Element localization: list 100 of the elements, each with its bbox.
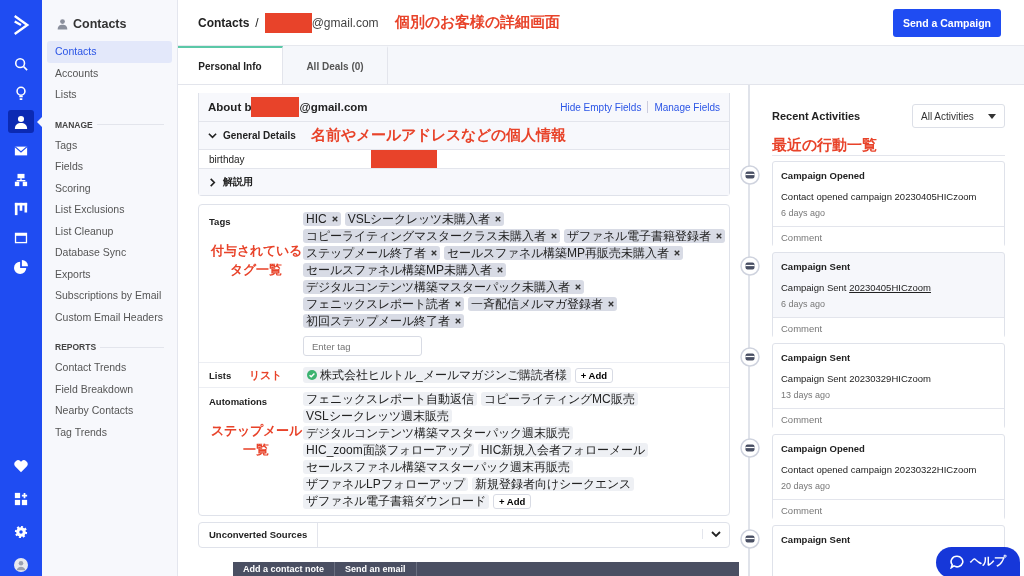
tag-chip: フェニックスレポート読者 [303, 297, 464, 311]
activity-time: 6 days ago [781, 299, 827, 309]
automation-chip: ザファネルLPフォローアップ [303, 477, 468, 491]
campaign-link[interactable]: 20230405HICzoom [849, 282, 931, 293]
tag-chip: セールスファネル構築MP未購入者 [303, 263, 506, 277]
close-icon[interactable] [497, 267, 503, 273]
row-label: Automations [209, 396, 269, 407]
automation-chip: デジタルコンテンツ構築マスターパック週末販売 [303, 426, 573, 440]
envelope-icon [740, 165, 760, 185]
envelope-icon [740, 256, 760, 276]
breadcrumb-link[interactable]: Contacts [198, 15, 250, 30]
sidebar-item[interactable]: Tag Trends [47, 421, 172, 443]
comment-link[interactable]: Comment [773, 226, 1004, 248]
row-label: Lists [209, 369, 232, 381]
comment-link[interactable]: Comment [773, 408, 1004, 430]
tag-input-field[interactable]: Enter tag [303, 336, 422, 356]
envelope-icon [740, 438, 760, 458]
sidebar-item[interactable]: Custom Email Headers [47, 306, 172, 328]
sidebar-item[interactable]: Field Breakdown [47, 378, 172, 400]
activity-text: Campaign Sent 20230405HICzoom [781, 282, 932, 293]
field-label: birthday [209, 153, 245, 165]
activity-text: Campaign Sent 20230329HICzoom [781, 373, 932, 384]
sidebar-item[interactable]: Fields [47, 156, 172, 178]
person-icon[interactable] [8, 110, 34, 133]
activity-text: Contact opened campaign 20230322HICzoom [781, 464, 978, 475]
tab[interactable]: Personal Info [178, 46, 283, 84]
tag-chip: 一斉配信メルマガ登録者 [468, 297, 617, 311]
annotation-text: リスト [249, 367, 283, 383]
add-button[interactable]: + Add [493, 494, 532, 509]
close-icon[interactable] [495, 216, 502, 222]
row-label: Tags [209, 216, 232, 227]
about-title-start: About b [208, 101, 252, 113]
envelope-icon [740, 347, 760, 367]
close-icon[interactable] [716, 233, 722, 239]
check-icon [307, 370, 317, 380]
add-button[interactable]: + Add [574, 367, 613, 383]
redaction-mark [264, 12, 312, 33]
tag-chip: ステップメール終了者 [303, 246, 440, 260]
activity-title: Campaign Sent [781, 261, 852, 272]
tag-chip: ザファネル電子書籍登録者 [564, 229, 725, 243]
tag-chip: コピーライティングマスタークラス未購入者 [303, 229, 560, 243]
automation-chip: セールスファネル構築マスターパック週末再販売 [303, 460, 573, 474]
help-button[interactable]: ヘルプ [936, 547, 1020, 576]
action-button[interactable]: Send an email [335, 562, 417, 576]
comment-link[interactable]: Comment [773, 317, 1004, 339]
activity-time: 13 days ago [781, 390, 832, 400]
chevron-icon[interactable] [702, 529, 721, 539]
section-heading: REPORTS [55, 342, 97, 352]
close-icon[interactable] [575, 284, 581, 290]
sidebar-item[interactable]: Nearby Contacts [47, 400, 172, 422]
sidebar-item[interactable]: Subscriptions by Email [47, 285, 172, 307]
close-icon[interactable] [455, 318, 461, 324]
activity-filter-dropdown[interactable]: All Activities [912, 104, 1005, 128]
automation-chip: ザファネル電子書籍ダウンロード [303, 494, 489, 509]
close-icon[interactable] [431, 250, 437, 256]
annotation-text: 名前やメールアドレスなどの個人情報 [311, 126, 566, 145]
sidebar-item[interactable]: Contacts [47, 41, 172, 63]
sidebar-item[interactable]: Accounts [47, 62, 172, 84]
sidebar-item[interactable]: Scoring [47, 177, 172, 199]
sidebar-item[interactable]: List Cleanup [47, 220, 172, 242]
card-title: Unconverted Sources [199, 523, 319, 547]
sidebar-item[interactable]: Exports [47, 263, 172, 285]
sidebar-item[interactable]: Contact Trends [47, 357, 172, 379]
activities-title: Recent Activities [772, 110, 861, 122]
chat-icon [950, 554, 964, 569]
activity-title: Campaign Opened [781, 170, 866, 181]
annotation-text: 最近の行動一覧 [772, 136, 877, 153]
field-link[interactable]: Manage Fields [654, 101, 720, 113]
sidebar-item[interactable]: Lists [47, 84, 172, 106]
section-toggle[interactable]: 解説用 [199, 169, 729, 195]
envelope-icon [740, 529, 760, 549]
send-campaign-button[interactable]: Send a Campaign [892, 8, 1001, 37]
sidebar-item[interactable]: Tags [47, 134, 172, 156]
comment-link[interactable]: Comment [773, 499, 1004, 521]
tag-chip: デジタルコンテンツ構築マスターパック未購入者 [303, 280, 584, 294]
list-chip: 株式会社ヒルトル_メールマガジンご購読者様 [303, 367, 571, 383]
sidebar-item[interactable]: List Exclusions [47, 199, 172, 221]
close-icon[interactable] [331, 216, 338, 222]
close-icon[interactable] [455, 301, 461, 307]
about-title-end: @gmail.com [299, 101, 368, 113]
section-heading: MANAGE [55, 119, 93, 130]
sidebar-item[interactable]: Database Sync [47, 242, 172, 264]
automation-chip: HIC_zoom面談フォローアップ [303, 443, 474, 457]
tag-chip: HIC [303, 212, 341, 226]
caret-icon [988, 113, 996, 119]
annotation-text: ステップメール 一覧 [209, 422, 303, 459]
action-button[interactable]: Add a contact note [233, 562, 335, 576]
tag-chip: 初回ステップメール終了者 [303, 314, 464, 328]
activity-title: Campaign Sent [781, 534, 852, 545]
redaction-mark [370, 150, 437, 168]
tag-chip: セールスファネル構築MP再販売未購入者 [444, 246, 683, 260]
field-link[interactable]: Hide Empty Fields [560, 101, 642, 113]
close-icon[interactable] [608, 301, 614, 307]
sidebar-title-text: Contacts [73, 17, 127, 31]
activity-title: Campaign Opened [781, 443, 866, 454]
person-icon [57, 18, 68, 30]
close-icon[interactable] [674, 250, 680, 256]
section-toggle[interactable]: General Details 名前やメールアドレスなどの個人情報 [199, 122, 729, 150]
close-icon[interactable] [551, 233, 557, 239]
automation-chip: コピーライティングMC販売 [481, 392, 638, 406]
